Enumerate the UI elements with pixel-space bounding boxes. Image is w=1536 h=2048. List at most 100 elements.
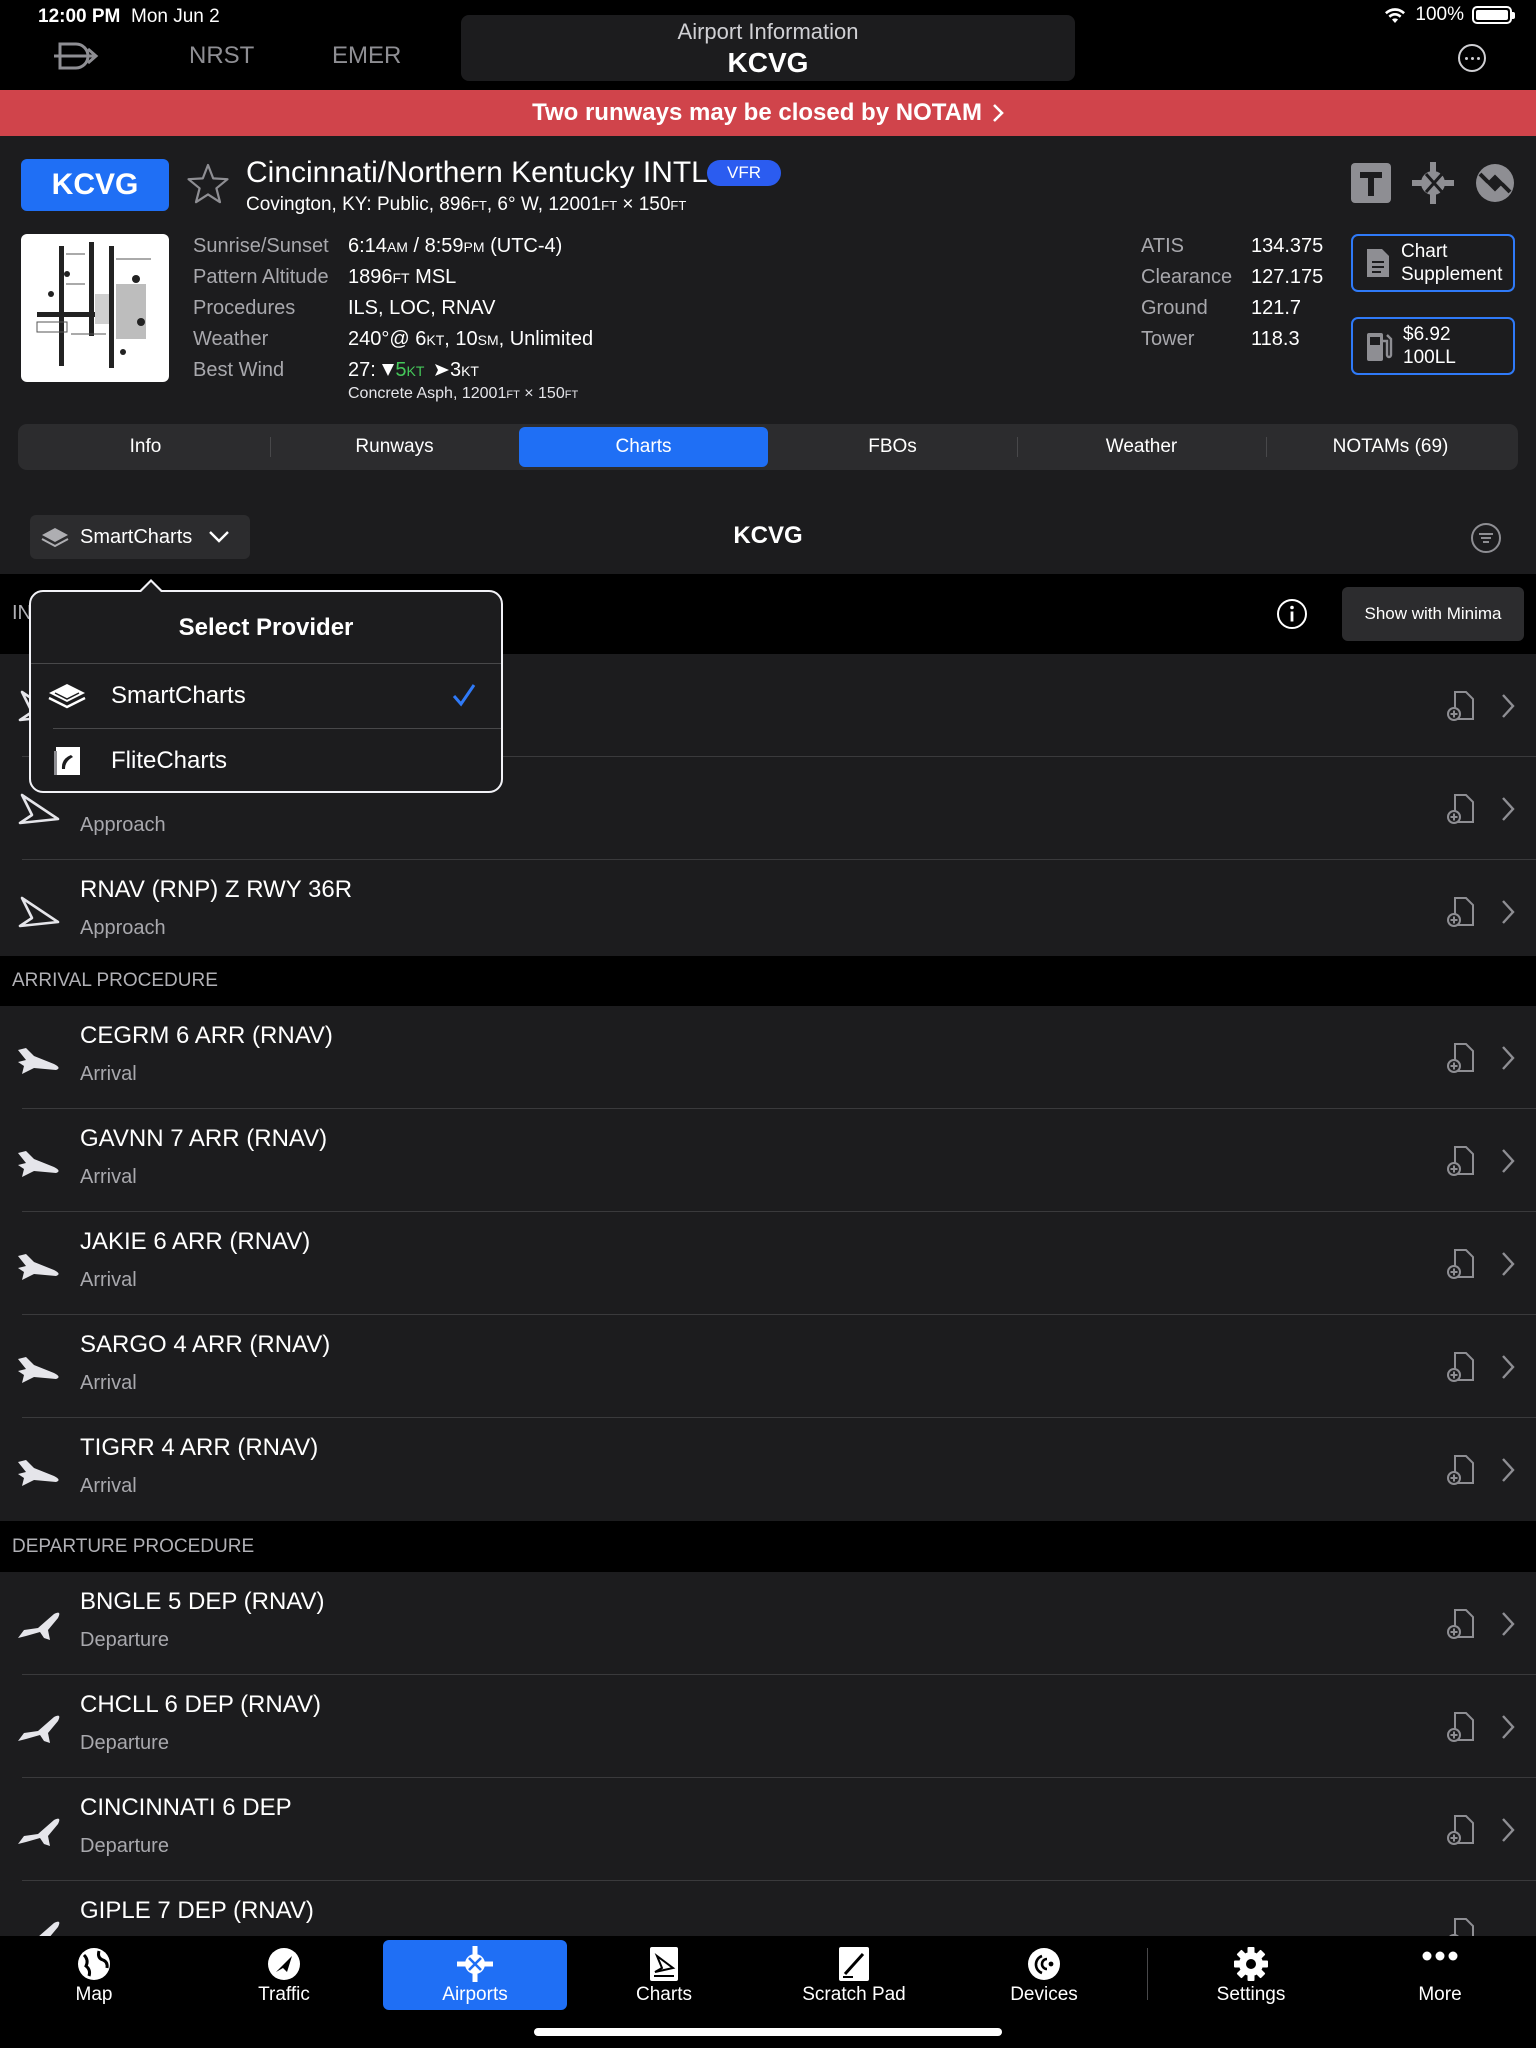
status-time: 12:00 PM	[38, 6, 121, 27]
tabbar-airports[interactable]: Airports	[383, 1940, 567, 2010]
freq-value-ground[interactable]: 121.7	[1251, 297, 1301, 320]
globe-icon	[78, 1948, 110, 1980]
freq-value-tower[interactable]: 118.3	[1251, 328, 1300, 351]
tab-fbos[interactable]: FBOs	[768, 427, 1017, 467]
checkmark-icon	[452, 684, 476, 707]
tabbar-divider	[1147, 1948, 1148, 2000]
favorite-star-icon[interactable]	[186, 162, 230, 206]
label-sunrise: Sunrise/Sunset	[193, 235, 329, 257]
chart-type: Arrival	[80, 1372, 137, 1394]
chart-type: Arrival	[80, 1475, 137, 1497]
chevron-right-icon	[1502, 1715, 1515, 1739]
airport-tabs: Info Runways Charts FBOs Weather NOTAMs …	[18, 424, 1518, 470]
add-document-icon[interactable]	[1446, 1454, 1476, 1486]
add-document-icon[interactable]	[1446, 1145, 1476, 1177]
chart-supplement-button[interactable]: Chart Supplement	[1351, 234, 1515, 292]
more-options-icon[interactable]	[1458, 44, 1486, 72]
list-item[interactable]: SARGO 4 ARR (RNAV) Arrival	[0, 1315, 1536, 1418]
freq-value-atis[interactable]: 134.375	[1251, 235, 1323, 258]
crosswind-arrow-icon	[434, 364, 449, 376]
emer-button[interactable]: EMER	[332, 42, 401, 70]
chart-title: RNAV (RNP) Z RWY 36R	[80, 876, 353, 903]
fuel-type: 100LL	[1403, 347, 1456, 368]
satellite-icon[interactable]	[1474, 162, 1516, 204]
chart-title: BNGLE 5 DEP (RNAV)	[80, 1588, 325, 1615]
chart-title: CHCLL 6 DEP (RNAV)	[80, 1691, 321, 1718]
arrival-plane-icon	[18, 1048, 59, 1074]
list-item[interactable]: GAVNN 7 ARR (RNAV) Arrival	[0, 1109, 1536, 1212]
chart-title: SARGO 4 ARR (RNAV)	[80, 1331, 331, 1358]
list-item[interactable]: JAKIE 6 ARR (RNAV) Arrival	[0, 1212, 1536, 1315]
fuel-price-button[interactable]: $6.92 100LL	[1351, 317, 1515, 375]
add-document-icon[interactable]	[1446, 690, 1476, 722]
show-with-minima-button[interactable]: Show with Minima	[1342, 587, 1524, 641]
tab-info[interactable]: Info	[21, 427, 270, 467]
section-header-arrival: ARRIVAL PROCEDURE	[0, 956, 1536, 1006]
arrival-plane-icon	[18, 1151, 59, 1177]
airport-diagram-thumbnail[interactable]	[21, 234, 169, 382]
flitecharts-icon	[54, 747, 80, 775]
approach-plane-icon	[18, 896, 60, 928]
add-document-icon[interactable]	[1446, 1042, 1476, 1074]
provider-option-smartcharts[interactable]: SmartCharts	[31, 664, 501, 728]
airport-icon	[457, 1946, 493, 1982]
freq-value-clearance[interactable]: 127.175	[1251, 266, 1323, 289]
direct-to-icon[interactable]	[52, 40, 102, 72]
tabbar-charts[interactable]: Charts	[572, 1940, 756, 2010]
tabbar-more[interactable]: More	[1348, 1940, 1532, 2010]
list-item[interactable]: GIPLE 7 DEP (RNAV)	[0, 1881, 1536, 1941]
list-item[interactable]: CHCLL 6 DEP (RNAV) Departure	[0, 1675, 1536, 1778]
chart-supplement-line2: Supplement	[1401, 264, 1503, 285]
battery-percent: 100%	[1415, 4, 1464, 25]
freq-label-atis: ATIS	[1141, 235, 1184, 257]
provider-option-flitecharts[interactable]: FliteCharts	[53, 728, 501, 792]
document-icon	[1367, 249, 1389, 277]
list-item[interactable]: RNAV (RNP) Z RWY 36R Approach	[0, 860, 1536, 963]
arrival-plane-icon	[18, 1254, 59, 1280]
airport-ident-button[interactable]: KCVG	[21, 159, 169, 211]
chevron-right-icon	[1502, 1612, 1515, 1636]
chart-title: TIGRR 4 ARR (RNAV)	[80, 1434, 319, 1461]
label-weather: Weather	[193, 328, 269, 350]
charts-icon	[650, 1947, 678, 1981]
add-document-icon[interactable]	[1446, 1814, 1476, 1846]
value-sunrise: 6:14AM / 8:59PM (UTC-4)	[348, 235, 563, 257]
tabbar-devices[interactable]: Devices	[952, 1940, 1136, 2010]
chevron-right-icon	[993, 104, 1004, 122]
info-icon[interactable]	[1276, 598, 1308, 630]
tabbar-settings[interactable]: Settings	[1159, 1940, 1343, 2010]
title-box: Airport Information KCVG	[461, 15, 1075, 81]
approach-plane-icon	[18, 793, 60, 825]
tab-runways[interactable]: Runways	[270, 427, 519, 467]
value-pattern-altitude: 1896FT MSL	[348, 266, 457, 288]
popover-title: Select Provider	[31, 592, 501, 664]
airport-diagram-icon[interactable]	[1412, 162, 1454, 204]
list-item[interactable]: BNGLE 5 DEP (RNAV) Departure	[0, 1572, 1536, 1675]
tabbar-map[interactable]: Map	[2, 1940, 186, 2010]
add-document-icon[interactable]	[1446, 896, 1476, 928]
label-pattern-altitude: Pattern Altitude	[193, 266, 329, 288]
tabbar-traffic[interactable]: Traffic	[192, 1940, 376, 2010]
add-document-icon[interactable]	[1446, 1711, 1476, 1743]
list-item[interactable]: CINCINNATI 6 DEP Departure	[0, 1778, 1536, 1881]
tab-weather[interactable]: Weather	[1017, 427, 1266, 467]
title-subtitle: Airport Information	[677, 19, 859, 44]
add-document-icon[interactable]	[1446, 1608, 1476, 1640]
tab-charts[interactable]: Charts	[519, 427, 768, 467]
notam-banner[interactable]: Two runways may be closed by NOTAM	[0, 90, 1536, 136]
list-item[interactable]: TIGRR 4 ARR (RNAV) Arrival	[0, 1418, 1536, 1521]
departure-plane-icon	[18, 1818, 60, 1846]
text-weather-icon[interactable]	[1350, 162, 1392, 204]
list-item[interactable]: CEGRM 6 ARR (RNAV) Arrival	[0, 1006, 1536, 1109]
chart-title: CEGRM 6 ARR (RNAV)	[80, 1022, 333, 1049]
nrst-button[interactable]: NRST	[189, 42, 254, 70]
tabbar-scratch-pad[interactable]: Scratch Pad	[762, 1940, 946, 2010]
add-document-icon[interactable]	[1446, 793, 1476, 825]
add-document-icon[interactable]	[1446, 1351, 1476, 1383]
add-document-icon[interactable]	[1446, 1248, 1476, 1280]
tab-notams[interactable]: NOTAMs (69)	[1266, 427, 1515, 467]
filter-icon[interactable]	[1470, 522, 1502, 554]
wifi-icon	[1385, 8, 1406, 23]
select-provider-popover: Select Provider SmartCharts FliteCharts	[29, 579, 503, 793]
value-weather: 240°@ 6KT, 10SM, Unlimited	[348, 328, 594, 350]
